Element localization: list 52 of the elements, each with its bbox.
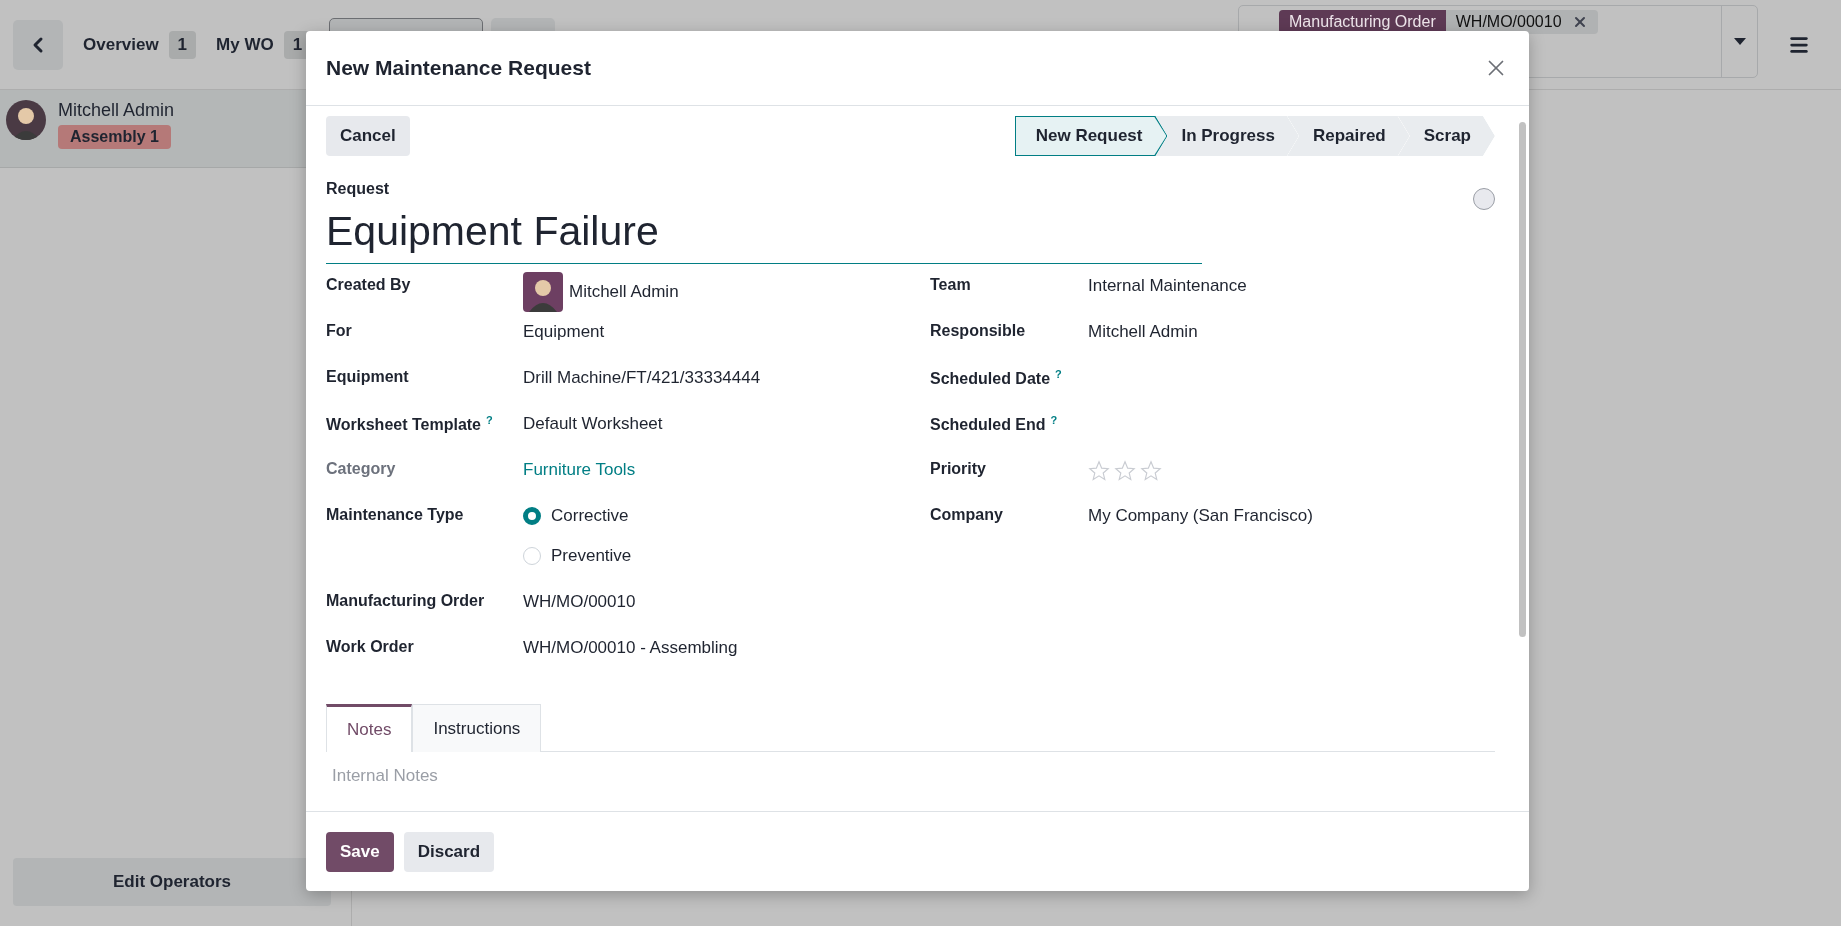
filter-facet[interactable]: Manufacturing Order WH/MO/00010 [1279, 10, 1598, 34]
avatar-image [6, 100, 46, 140]
field-value: WH/MO/00010 [523, 592, 637, 612]
edit-operators-button[interactable]: Edit Operators [13, 858, 331, 906]
stage-button[interactable]: Repaired [1287, 116, 1410, 156]
field-label: Worksheet Template $^{?}$ [326, 414, 494, 435]
radio-option[interactable]: Preventive [523, 546, 930, 566]
field-label: Scheduled End $^{?}$ [930, 414, 1059, 435]
field-label: Team [930, 276, 972, 294]
field-label: Maintenance Type [326, 506, 465, 524]
field-label: Responsible [930, 322, 1027, 340]
caret-icon [1733, 38, 1746, 45]
star-icon[interactable] [1114, 460, 1136, 482]
save-button[interactable]: Save [326, 831, 394, 872]
field-label: For [326, 322, 353, 340]
workcenter-tag: Assembly 1 [58, 125, 171, 149]
field-label: Scheduled Date $^{?}$ [930, 368, 1063, 389]
cancel-button[interactable]: Cancel [326, 116, 410, 156]
nav-tab[interactable]: Overview 1 [73, 30, 207, 59]
field-label: Company [930, 506, 1004, 524]
field-value: Mitchell Admin [1088, 322, 1199, 342]
field-value: Default Worksheet [523, 414, 664, 434]
field-value: My Company (San Francisco) [1088, 506, 1314, 526]
stage-button[interactable]: New Request [1014, 116, 1168, 156]
back-button[interactable] [13, 19, 63, 70]
field-value: Equipment [523, 322, 606, 342]
tab[interactable]: Instructions [412, 704, 542, 752]
field-link[interactable]: Furniture Tools [523, 460, 930, 480]
dialog-title: New Maintenance Request [326, 56, 591, 80]
field-label: Equipment [326, 368, 410, 386]
operator-name: Mitchell Admin [58, 100, 175, 121]
field-value: WH/MO/00010 - Assembling [523, 638, 739, 658]
field-label: Request [326, 180, 391, 198]
star-icon[interactable] [1140, 460, 1162, 482]
tab[interactable]: Notes [326, 704, 413, 752]
field-label: Priority [930, 460, 987, 478]
avatar-image [523, 272, 563, 312]
radio-option[interactable]: Corrective [523, 506, 930, 526]
field-label: Manufacturing Order [326, 592, 486, 610]
title-field[interactable]: Equipment Failure [326, 198, 1202, 264]
star-icon[interactable] [1088, 460, 1110, 482]
stage-button[interactable]: In Progress [1155, 116, 1299, 156]
field-label: Work Order [326, 638, 415, 656]
count-badge: 1 [168, 30, 197, 59]
discard-button[interactable]: Discard [403, 831, 495, 872]
field-label: Category [326, 460, 397, 478]
field-label: Created By [326, 276, 412, 294]
status-dot[interactable] [1473, 188, 1495, 210]
field-value: Mitchell Admin [569, 282, 679, 302]
field-value: Internal Maintenance [1088, 276, 1248, 296]
field-value: Drill Machine/FT/421/33334444 [523, 368, 762, 388]
stage-button[interactable]: Scrap [1397, 116, 1495, 156]
